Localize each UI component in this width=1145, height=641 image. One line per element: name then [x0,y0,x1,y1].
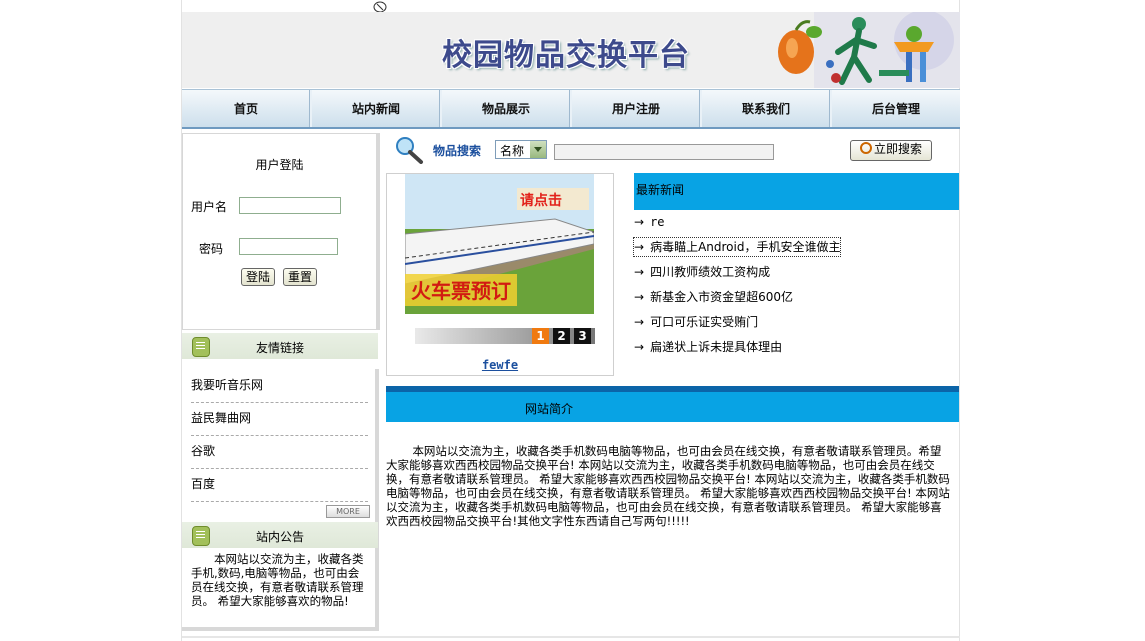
arrow-right-icon: → [634,315,645,329]
more-links-button[interactable]: MORE [326,505,370,518]
notice-header: 站内公告 [182,522,378,548]
username-field[interactable] [239,197,341,214]
site-title: 校园物品交换平台 [442,38,690,73]
friend-links-list: 我要听音乐网 益民舞曲网 谷歌 百度 [182,369,379,519]
slide-badge-text: 请点击 [520,192,562,209]
slide-page-3[interactable]: 3 [574,328,591,344]
slide-image-text: 火车票预订 [411,279,511,303]
login-button[interactable]: 登陆 [241,268,276,286]
banner-illustration-icon [778,12,960,88]
friend-links-header: 友情链接 [182,333,378,359]
slide-caption-link[interactable]: fewfe [387,358,613,372]
login-title: 用户登陆 [255,158,304,172]
nav-site-news[interactable]: 站内新闻 [312,90,442,127]
intro-text: 本网站以交流为主，收藏各类手机数码电脑等物品，也可由会员在线交换，有意者敬请联系… [386,444,950,528]
friend-link-item[interactable]: 益民舞曲网 [191,402,368,436]
news-item[interactable]: → 四川教师绩效工资构成 [634,263,770,281]
slide-page-2[interactable]: 2 [553,328,570,344]
news-header: 最新新闻 [634,173,959,210]
slide-page-1[interactable]: 1 [532,328,549,344]
friend-link-item[interactable]: 我要听音乐网 [191,369,368,403]
magnifier-icon [396,137,423,164]
login-panel: 用户登陆 用户名 密码 登陆 重置 [182,133,380,330]
nav-contact[interactable]: 联系我们 [702,90,832,127]
search-field-select[interactable]: 名称 [495,140,547,159]
nav-admin[interactable]: 后台管理 [832,90,960,127]
news-item[interactable]: → 病毒瞄上Android，手机安全谁做主 [632,237,842,257]
news-item[interactable]: → 扁递状上诉未提具体理由 [634,338,782,356]
nav-register[interactable]: 用户注册 [572,90,702,127]
nav-items-display[interactable]: 物品展示 [442,90,572,127]
username-label: 用户名 [191,200,228,214]
notice-title: 站内公告 [255,530,304,544]
site-banner: 校园物品交换平台 [182,12,960,88]
search-icon [859,142,872,154]
nav-home[interactable]: 首页 [182,90,312,127]
notice-text: 本网站以交流为主，收藏各类手机,数码,电脑等物品，也可由会员在线交换，有意者敬请… [191,552,364,608]
friend-links-title: 友情链接 [255,341,304,355]
arrow-right-icon: → [634,340,645,354]
slide-pager: 1 2 3 [415,328,595,344]
news-item[interactable]: → re [634,213,665,231]
footer-divider [182,636,960,638]
search-button-label: 立即搜索 [873,142,922,156]
arrow-right-icon: → [634,290,645,304]
friend-link-item[interactable]: 谷歌 [191,435,368,469]
reset-button[interactable]: 重置 [283,268,318,286]
news-item[interactable]: → 新基金入市资金望超600亿 [634,288,793,306]
intro-header: 网站简介 [386,386,959,422]
train-ticket-banner[interactable]: 请点击 火车票预订 [405,174,594,314]
search-input[interactable] [554,144,774,160]
arrow-right-icon: → [634,240,645,254]
search-field-value: 名称 [500,144,525,158]
search-label: 物品搜索 [433,144,482,158]
news-item[interactable]: → 可口可乐证实受贿门 [634,313,758,331]
slideshow: 请点击 火车票预订 1 2 3 fewfe [386,173,614,376]
arrow-right-icon: → [634,215,645,229]
left-sidebar: 用户登陆 用户名 密码 登陆 重置 友情链接 我要听音乐网 益民舞曲网 谷歌 百… [182,133,380,631]
password-field[interactable] [239,238,338,255]
intro-title: 网站简介 [524,402,573,416]
password-label: 密码 [199,242,224,256]
arrow-right-icon: → [634,265,645,279]
chevron-down-icon[interactable] [530,141,546,158]
main-nav: 首页 站内新闻 物品展示 用户注册 联系我们 后台管理 [182,89,960,129]
search-button[interactable]: 立即搜索 [850,140,932,161]
friend-link-item[interactable]: 百度 [191,468,368,502]
